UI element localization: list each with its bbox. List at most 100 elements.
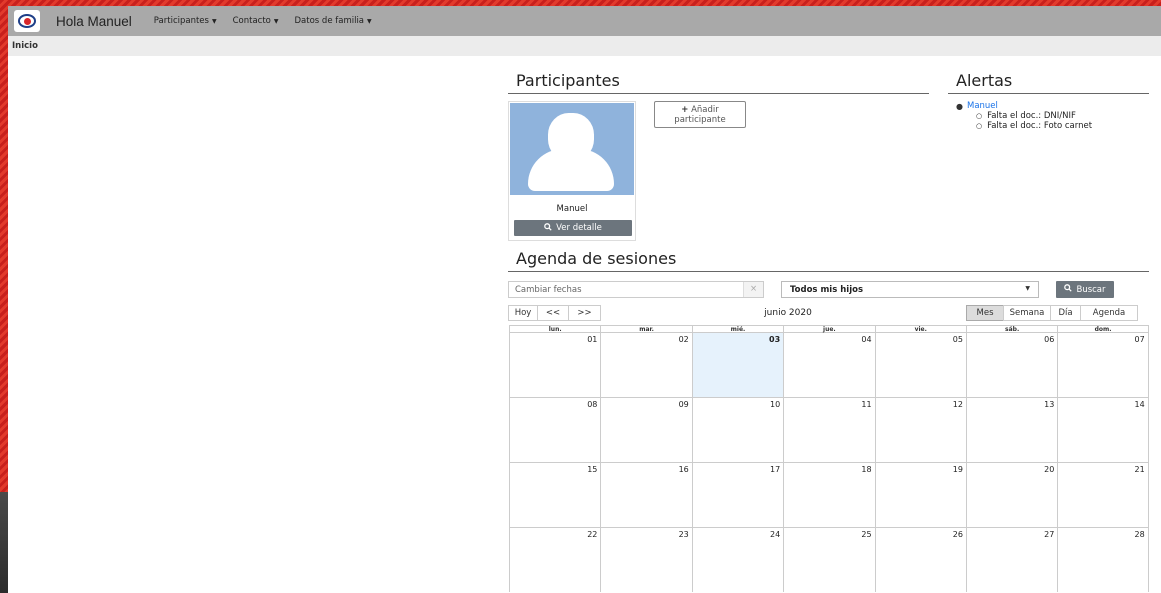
calendar-day-cell[interactable]: 19 — [874, 463, 966, 527]
calendar-day-number[interactable]: 08 — [587, 400, 597, 409]
circle-bullet-icon: ○ — [976, 112, 983, 120]
alert-item: ○ Falta el doc.: DNI/NIF — [976, 111, 1156, 121]
calendar-day-number[interactable]: 28 — [1135, 530, 1145, 539]
logo-icon[interactable] — [14, 10, 40, 32]
calendar-day-number[interactable]: 14 — [1135, 400, 1145, 409]
calendar-day-cell[interactable]: 12 — [874, 398, 966, 462]
calendar-grid: lun. mar. mié. jue. vie. sáb. dom. 01 02 0… — [509, 325, 1149, 593]
calendar-day-cell[interactable]: 24 — [691, 528, 783, 592]
view-month-button[interactable]: Mes — [966, 305, 1004, 321]
clear-icon[interactable]: × — [743, 282, 763, 297]
calendar-day-cell[interactable]: 10 — [691, 398, 783, 462]
today-button[interactable]: Hoy — [508, 305, 538, 321]
weekday-header: mar. — [600, 326, 691, 333]
view-detail-label: Ver detalle — [556, 223, 602, 233]
add-participant-button[interactable]: + Añadir participante — [654, 101, 746, 128]
calendar-day-number[interactable]: 26 — [953, 530, 963, 539]
avatar-body — [528, 149, 614, 191]
calendar-day-number[interactable]: 27 — [1044, 530, 1054, 539]
calendar-day-cell[interactable]: 22 — [509, 528, 600, 592]
calendar-day-number[interactable]: 05 — [953, 335, 963, 344]
calendar-day-cell[interactable]: 23 — [600, 528, 691, 592]
calendar-day-cell[interactable]: 09 — [600, 398, 691, 462]
prev-button[interactable]: << — [537, 305, 569, 321]
nav-contacto[interactable]: Contacto ▼ — [233, 16, 279, 26]
calendar-day-number[interactable]: 15 — [587, 465, 597, 474]
alert-item: ○ Falta el doc.: Foto carnet — [976, 121, 1156, 131]
next-button[interactable]: >> — [568, 305, 601, 321]
calendar-day-number[interactable]: 04 — [861, 335, 871, 344]
calendar-day-number[interactable]: 20 — [1044, 465, 1054, 474]
participant-name: Manuel — [556, 204, 588, 214]
calendar-day-cell[interactable]: 03 — [691, 333, 784, 397]
nav-participantes[interactable]: Participantes ▼ — [154, 16, 217, 26]
calendar-day-number[interactable]: 13 — [1044, 400, 1054, 409]
weekday-header: sáb. — [965, 326, 1057, 333]
calendar-week-row: 01 02 03 04 05 06 07 — [509, 332, 1149, 397]
calendar-day-number[interactable]: 09 — [679, 400, 689, 409]
breadcrumb-bar: Inicio — [8, 36, 1161, 56]
calendar-day-number[interactable]: 02 — [679, 335, 689, 344]
view-week-button[interactable]: Semana — [1003, 305, 1051, 321]
calendar-day-cell[interactable]: 08 — [509, 398, 600, 462]
calendar-header-row: lun. mar. mié. jue. vie. sáb. dom. — [509, 325, 1149, 333]
nav-contacto-label: Contacto — [232, 16, 271, 26]
calendar-day-cell[interactable]: 28 — [1057, 528, 1149, 592]
calendar-day-number[interactable]: 12 — [953, 400, 963, 409]
breadcrumb[interactable]: Inicio — [12, 41, 38, 51]
calendar-day-number[interactable]: 16 — [679, 465, 689, 474]
calendar-day-cell[interactable]: 18 — [783, 463, 874, 527]
calendar-day-cell[interactable]: 14 — [1057, 398, 1149, 462]
view-agenda-button[interactable]: Agenda — [1080, 305, 1138, 321]
alert-person-link[interactable]: Manuel — [967, 101, 998, 111]
calendar-day-number[interactable]: 21 — [1135, 465, 1145, 474]
calendar-day-cell[interactable]: 20 — [965, 463, 1057, 527]
calendar-day-cell[interactable]: 05 — [874, 333, 966, 397]
calendar-day-cell[interactable]: 06 — [965, 333, 1057, 397]
view-day-button[interactable]: Día — [1050, 305, 1081, 321]
agenda-title: Agenda de sesiones — [508, 248, 1149, 272]
calendar-day-cell[interactable]: 25 — [783, 528, 874, 592]
calendar-day-cell[interactable]: 04 — [783, 333, 874, 397]
calendar-current-month: junio 2020 — [764, 308, 812, 318]
view-detail-button[interactable]: Ver detalle — [514, 220, 632, 236]
calendar-day-number[interactable]: 01 — [587, 335, 597, 344]
calendar-day-cell[interactable]: 11 — [783, 398, 874, 462]
avatar — [510, 103, 634, 195]
window-edge — [0, 492, 8, 593]
calendar-day-number[interactable]: 24 — [770, 530, 780, 539]
calendar-day-number[interactable]: 03 — [769, 335, 780, 344]
calendar-day-number[interactable]: 06 — [1044, 335, 1054, 344]
calendar-week-row: 22 23 24 25 26 27 28 — [509, 527, 1149, 592]
calendar-day-number[interactable]: 10 — [770, 400, 780, 409]
calendar-day-cell[interactable]: 02 — [600, 333, 691, 397]
calendar-day-cell[interactable]: 15 — [509, 463, 600, 527]
date-range-input[interactable]: Cambiar fechas × — [508, 281, 764, 298]
nav-datos-familia[interactable]: Datos de familia ▼ — [295, 16, 372, 26]
calendar-day-number[interactable]: 23 — [679, 530, 689, 539]
calendar-day-cell[interactable]: 27 — [965, 528, 1057, 592]
calendar-day-cell[interactable]: 07 — [1057, 333, 1149, 397]
calendar-day-number[interactable]: 07 — [1135, 335, 1145, 344]
brand-title[interactable]: Hola Manuel — [56, 14, 132, 29]
calendar-day-number[interactable]: 18 — [861, 465, 871, 474]
calendar-day-cell[interactable]: 21 — [1057, 463, 1149, 527]
search-button-label: Buscar — [1076, 284, 1106, 295]
search-button[interactable]: Buscar — [1056, 281, 1114, 298]
calendar-day-cell[interactable]: 17 — [691, 463, 783, 527]
calendar-day-number[interactable]: 17 — [770, 465, 780, 474]
navbar: Hola Manuel Participantes ▼ Contacto ▼ D… — [8, 6, 1161, 36]
nav-participantes-label: Participantes — [153, 16, 209, 26]
search-icon — [1064, 284, 1073, 295]
date-range-placeholder: Cambiar fechas — [515, 284, 582, 295]
calendar-day-number[interactable]: 19 — [953, 465, 963, 474]
calendar-day-number[interactable]: 11 — [861, 400, 871, 409]
calendar-day-number[interactable]: 22 — [587, 530, 597, 539]
calendar-day-cell[interactable]: 01 — [509, 333, 600, 397]
calendar-day-number[interactable]: 25 — [861, 530, 871, 539]
calendar-nav-group: Hoy << >> — [508, 305, 601, 321]
children-select[interactable]: Todos mis hijos ▼ — [781, 281, 1039, 298]
calendar-day-cell[interactable]: 13 — [965, 398, 1057, 462]
calendar-day-cell[interactable]: 16 — [600, 463, 691, 527]
calendar-day-cell[interactable]: 26 — [874, 528, 966, 592]
